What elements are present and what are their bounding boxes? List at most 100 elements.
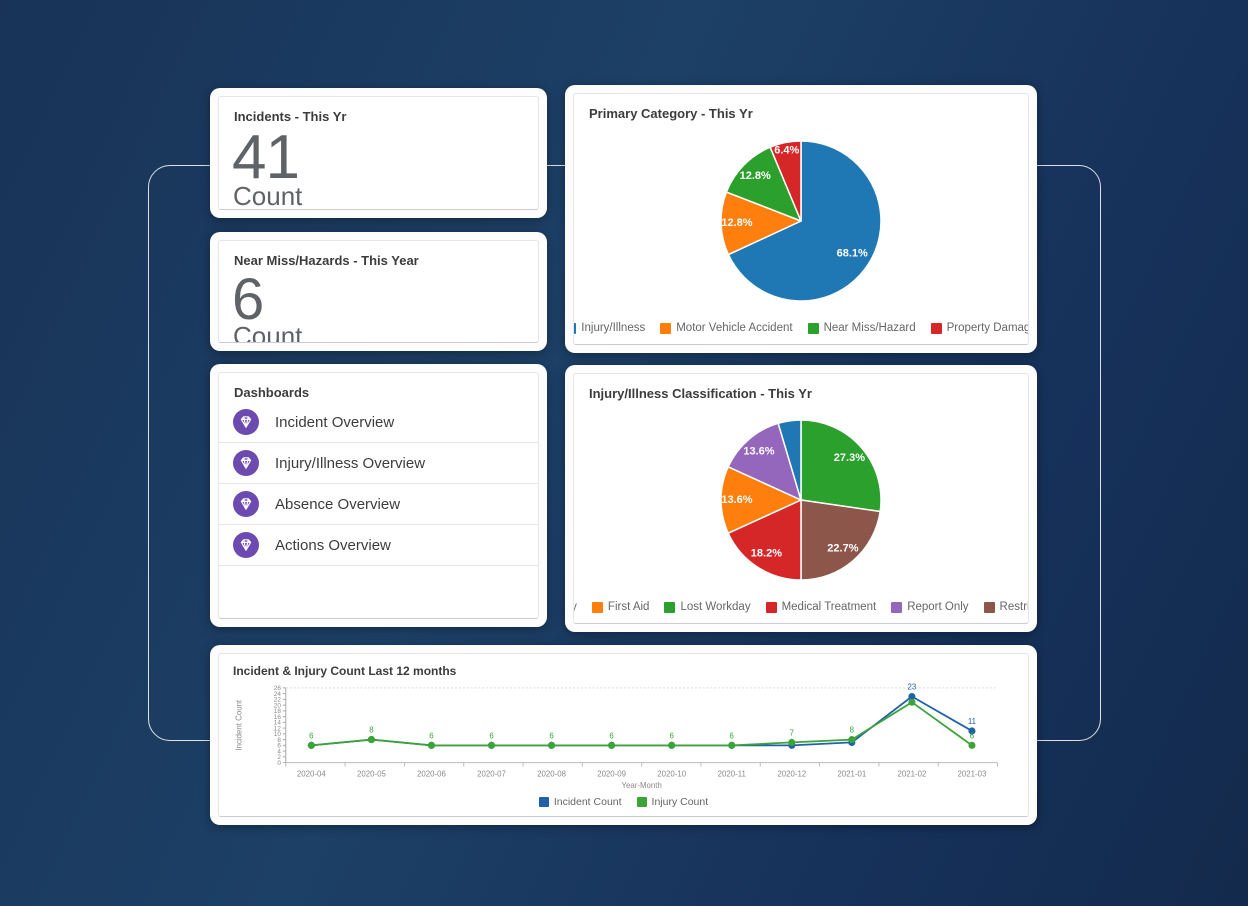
data-point-label: 6: [730, 731, 735, 740]
data-point-injury-count-2020-07[interactable]: [488, 742, 495, 749]
legend-label: Near Miss/Hazard: [824, 322, 916, 334]
data-point-label: 6: [549, 731, 554, 740]
pie-chart-injury-classification: 27.3% 22.7% 18.2% 13.6% 13.6%: [574, 403, 1028, 597]
chart-title: Primary Category - This Yr: [574, 94, 1028, 123]
pie-slice-label: 12.8%: [721, 216, 752, 228]
pie-slice-label: 18.2%: [751, 548, 782, 560]
gem-icon: [233, 532, 259, 558]
legend-swatch: [637, 797, 647, 807]
legend-swatch: [766, 602, 777, 613]
legend-item-near-miss-hazard[interactable]: Near Miss/Hazard: [808, 322, 916, 334]
data-point-label: 11: [968, 717, 976, 726]
legend-item-first-aid[interactable]: First Aid: [592, 601, 650, 613]
line-chart-incident-injury: 024681012141618202224262020-042020-05202…: [219, 678, 1028, 796]
x-tick-label: 2020-04: [297, 769, 326, 778]
legend-label: Motor Vehicle Accident: [676, 322, 792, 334]
y-axis-title: Incident Count: [235, 699, 244, 750]
data-point-injury-count-2020-06[interactable]: [428, 742, 435, 749]
data-point-injury-count-2021-01[interactable]: [848, 736, 855, 743]
chart-title: Incident & Injury Count Last 12 months: [219, 654, 1028, 678]
data-point-injury-count-2020-12[interactable]: [788, 739, 795, 746]
legend-label: Medical Treatment: [782, 601, 877, 613]
x-tick-label: 2020-05: [357, 769, 386, 778]
gem-icon: [233, 409, 259, 435]
pie-slice-label: 22.7%: [827, 542, 858, 554]
legend-item-injury-illness[interactable]: Injury/Illness: [573, 322, 645, 334]
legend-label: Property Damage: [947, 322, 1029, 334]
legend-swatch: [891, 602, 902, 613]
kpi-value: 41: [219, 126, 538, 189]
x-tick-label: 2021-02: [897, 769, 926, 778]
card-incidents-this-yr: Incidents - This Yr 41 Count: [210, 88, 547, 218]
data-point-label: 23: [908, 683, 917, 692]
legend-swatch: [664, 602, 675, 613]
legend-swatch: [984, 602, 995, 613]
legend-item-incident-count[interactable]: Incident Count: [539, 796, 622, 808]
dashboard-link-injury-illness-overview[interactable]: Injury/Illness Overview: [219, 443, 538, 484]
pie-slice-label: 27.3%: [834, 452, 865, 464]
data-point-label: 6: [489, 731, 494, 740]
pie-slice-lost-workday[interactable]: [801, 420, 881, 512]
data-point-injury-count-2020-04[interactable]: [308, 742, 315, 749]
legend-label: Report Only: [907, 601, 968, 613]
legend-item-injury-count[interactable]: Injury Count: [637, 796, 709, 808]
legend-swatch: [573, 323, 576, 334]
x-axis-title: Year-Month: [621, 781, 661, 790]
dashboard-link-incident-overview[interactable]: Incident Overview: [219, 402, 538, 443]
dashboard-link-label: Absence Overview: [275, 496, 400, 513]
legend-item-lost-workday[interactable]: Lost Workday: [664, 601, 750, 613]
x-tick-label: 2020-12: [777, 769, 806, 778]
pie-slice-label: 13.6%: [721, 494, 752, 506]
legend-swatch: [808, 323, 819, 334]
kpi-unit: Count: [219, 181, 538, 210]
data-point-injury-count-2020-11[interactable]: [728, 742, 735, 749]
dashboard-link-label: Incident Overview: [275, 414, 394, 431]
card-title: Incidents - This Yr: [219, 97, 538, 126]
card-incident-injury-trend: Incident & Injury Count Last 12 months 0…: [210, 645, 1037, 825]
pie-slice-label: 13.6%: [743, 446, 774, 458]
data-point-label: 8: [850, 726, 855, 735]
card-dashboards: Dashboards Incident Overview Injury/Illn…: [210, 364, 547, 627]
line-legend: Incident Count Injury Count: [219, 796, 1028, 816]
data-point-injury-count-2021-03[interactable]: [968, 742, 975, 749]
legend-item-motor-vehicle-accident[interactable]: Motor Vehicle Accident: [660, 322, 792, 334]
legend-item-property-damage[interactable]: Property Damage: [931, 322, 1029, 334]
card-primary-category-pie: Primary Category - This Yr 68.1% 12.8% 12.…: [565, 85, 1037, 353]
data-point-injury-count-2021-02[interactable]: [908, 699, 915, 706]
data-point-injury-count-2020-09[interactable]: [608, 742, 615, 749]
gem-icon: [233, 450, 259, 476]
data-point-label: 6: [309, 731, 314, 740]
legend-swatch: [660, 323, 671, 334]
pie-legend: Fatality First Aid Lost Workday Medical Tre…: [574, 597, 1028, 623]
legend-label: Injury Count: [652, 796, 709, 808]
legend-item-report-only[interactable]: Report Only: [891, 601, 968, 613]
legend-swatch: [592, 602, 603, 613]
x-tick-label: 2020-08: [537, 769, 566, 778]
x-tick-label: 2020-11: [718, 769, 746, 778]
x-tick-label: 2020-07: [477, 769, 506, 778]
dashboard-link-label: Injury/Illness Overview: [275, 455, 425, 472]
data-point-injury-count-2020-10[interactable]: [668, 742, 675, 749]
legend-label: Incident Count: [554, 796, 622, 808]
data-point-injury-count-2020-08[interactable]: [548, 742, 555, 749]
legend-label: Lost Workday: [680, 601, 750, 613]
legend-item-medical-treatment[interactable]: Medical Treatment: [766, 601, 877, 613]
data-point-label: 6: [609, 731, 614, 740]
dashboard-link-absence-overview[interactable]: Absence Overview: [219, 484, 538, 525]
x-tick-label: 2020-06: [417, 769, 446, 778]
dashboard-link-actions-overview[interactable]: Actions Overview: [219, 525, 538, 566]
x-tick-label: 2021-03: [958, 769, 987, 778]
legend-label: Injury/Illness: [581, 322, 645, 334]
pie-slice-label: 12.8%: [740, 170, 771, 182]
card-title: Near Miss/Hazards - This Year: [219, 241, 538, 270]
pie-slice-restricted-duty[interactable]: [801, 500, 880, 580]
pie-slice-label: 6.4%: [774, 144, 799, 156]
pie-legend: Injury/Illness Motor Vehicle Accident Near…: [574, 318, 1028, 344]
data-point-injury-count-2020-05[interactable]: [368, 736, 375, 743]
x-tick-label: 2020-10: [657, 769, 686, 778]
legend-item-fatality[interactable]: Fatality: [573, 601, 577, 613]
legend-swatch: [931, 323, 942, 334]
data-point-label: 8: [369, 726, 374, 735]
pie-slice-label: 68.1%: [837, 247, 868, 259]
legend-item-restricted-duty[interactable]: Restricted Duty: [984, 601, 1029, 613]
